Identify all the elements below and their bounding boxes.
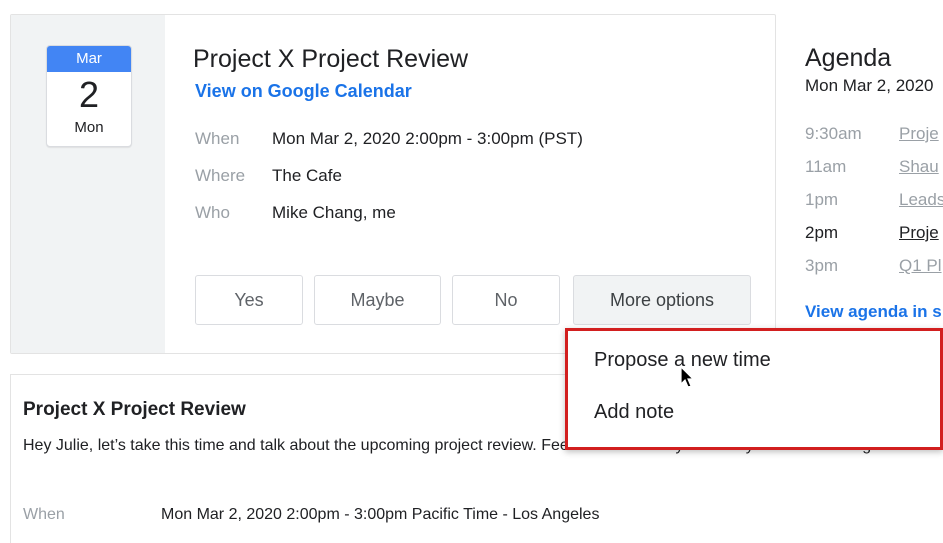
where-label: Where — [195, 166, 246, 185]
agenda-item: 1pm Leads — [805, 190, 943, 210]
message-when-label: When — [23, 506, 65, 523]
where-value: The Cafe — [272, 166, 342, 185]
when-value: Mon Mar 2, 2020 2:00pm - 3:00pm (PST) — [272, 129, 583, 148]
add-note-menu-item[interactable]: Add note — [594, 401, 674, 424]
who-value: Mike Chang, me — [272, 203, 396, 222]
agenda-item-event-link[interactable]: Shau — [899, 157, 939, 176]
agenda-item-time: 2pm — [805, 223, 839, 242]
agenda-item: 9:30am Proje — [805, 124, 939, 144]
message-when-value: Mon Mar 2, 2020 2:00pm - 3:00pm Pacific … — [161, 506, 600, 523]
calendar-date-badge: Mar 2 Mon — [46, 45, 132, 147]
rsvp-no-button[interactable]: No — [452, 275, 560, 325]
agenda-item-event-link[interactable]: Q1 Pl — [899, 256, 942, 275]
event-title: Project X Project Review — [193, 45, 469, 73]
agenda-item-time: 3pm — [805, 256, 839, 275]
agenda-item-event-link[interactable]: Leads — [899, 190, 943, 209]
rsvp-yes-button[interactable]: Yes — [195, 275, 303, 325]
agenda-item-event-link[interactable]: Proje — [899, 124, 939, 143]
message-title: Project X Project Review — [23, 399, 246, 420]
agenda-panel: Agenda Mon Mar 2, 2020 9:30am Proje 11am S… — [777, 14, 943, 354]
agenda-item: 11am Shau — [805, 157, 939, 177]
who-label: Who — [195, 203, 230, 222]
agenda-item-time: 1pm — [805, 190, 839, 209]
date-strip: Mar 2 Mon — [11, 15, 165, 353]
mouse-cursor-icon — [680, 366, 695, 388]
agenda-item-event-link[interactable]: Proje — [899, 223, 939, 242]
agenda-item-time: 11am — [805, 157, 847, 176]
agenda-item-time: 9:30am — [805, 124, 862, 143]
agenda-title: Agenda — [805, 44, 892, 72]
date-day: 2 — [78, 74, 100, 115]
date-month: Mar — [47, 46, 131, 72]
view-on-google-calendar-link[interactable]: View on Google Calendar — [195, 81, 412, 102]
event-invite-card: Mar 2 Mon Project X Project Review View … — [10, 14, 776, 354]
when-label: When — [195, 129, 240, 148]
rsvp-maybe-button[interactable]: Maybe — [314, 275, 441, 325]
more-options-menu: Propose a new time Add note — [565, 328, 943, 450]
view-agenda-link[interactable]: View agenda in s — [805, 302, 942, 322]
date-weekday: Mon — [74, 119, 104, 136]
more-options-button[interactable]: More options — [573, 275, 751, 325]
agenda-item-current: 2pm Proje — [805, 223, 939, 243]
agenda-item: 3pm Q1 Pl — [805, 256, 942, 276]
agenda-date: Mon Mar 2, 2020 — [805, 76, 934, 95]
